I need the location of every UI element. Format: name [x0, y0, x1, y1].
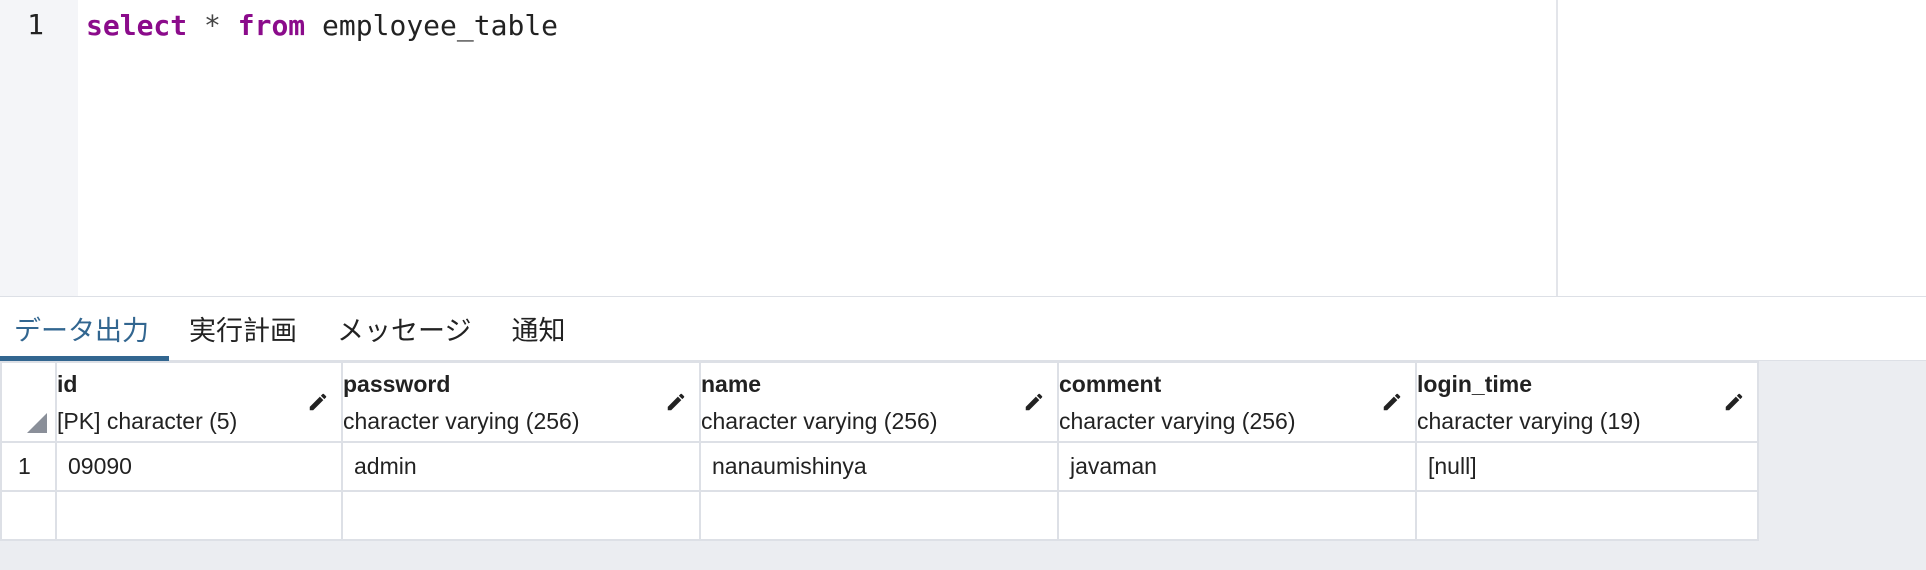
column-type: character varying (256) — [701, 408, 938, 434]
table-row[interactable]: 1 09090 admin nanaumishinya javaman [nul… — [0, 441, 1759, 492]
select-all-triangle-icon — [27, 413, 47, 433]
column-header-id[interactable]: id [PK] character (5) — [55, 361, 343, 443]
pencil-icon[interactable] — [665, 391, 687, 413]
column-header-comment[interactable]: comment character varying (256) — [1057, 361, 1417, 443]
pencil-icon[interactable] — [307, 391, 329, 413]
result-tabs: データ出力 実行計画 メッセージ 通知 — [0, 297, 1926, 361]
line-gutter: 1 — [0, 0, 78, 296]
code-line[interactable]: select * from employee_table — [86, 8, 558, 44]
column-type: [PK] character (5) — [57, 408, 238, 434]
cell-name[interactable]: nanaumishinya — [699, 441, 1059, 492]
column-type: character varying (256) — [343, 408, 580, 434]
column-header-name[interactable]: name character varying (256) — [699, 361, 1059, 443]
column-name: comment — [1059, 371, 1162, 397]
tab-data-output[interactable]: データ出力 — [0, 297, 169, 361]
cell-comment[interactable]: javaman — [1057, 441, 1417, 492]
cell-id[interactable] — [55, 490, 343, 541]
column-name: name — [701, 371, 762, 397]
column-name: login_time — [1417, 371, 1533, 397]
sql-editor[interactable]: 1 select * from employee_table — [0, 0, 1926, 297]
tab-messages[interactable]: メッセージ — [317, 297, 491, 360]
table-identifier: employee_table — [322, 9, 559, 42]
result-grid-area: id [PK] character (5) password character… — [0, 361, 1926, 570]
line-number: 1 — [27, 8, 44, 41]
column-type: character varying (19) — [1417, 408, 1641, 434]
column-header-password[interactable]: password character varying (256) — [341, 361, 701, 443]
cell-password[interactable]: admin — [341, 441, 701, 492]
cell-login-time[interactable] — [1415, 490, 1759, 541]
column-name: password — [343, 371, 451, 397]
pencil-icon[interactable] — [1381, 391, 1403, 413]
editor-side-pane — [1560, 0, 1926, 296]
cell-name[interactable] — [699, 490, 1059, 541]
cell-login-time[interactable]: [null] — [1415, 441, 1759, 492]
code-area[interactable]: select * from employee_table — [78, 0, 1558, 296]
keyword-select: select — [86, 9, 188, 42]
grid-header-row: id [PK] character (5) password character… — [0, 361, 1759, 443]
select-all-corner[interactable] — [0, 361, 57, 443]
pencil-icon[interactable] — [1723, 391, 1745, 413]
cell-password[interactable] — [341, 490, 701, 541]
result-grid: id [PK] character (5) password character… — [0, 361, 1759, 541]
column-header-login-time[interactable]: login_time character varying (19) — [1415, 361, 1759, 443]
keyword-from: from — [237, 9, 306, 42]
cell-id[interactable]: 09090 — [55, 441, 343, 492]
pencil-icon[interactable] — [1023, 391, 1045, 413]
operator-star: * — [204, 9, 221, 42]
tab-explain[interactable]: 実行計画 — [169, 297, 317, 360]
table-row-new[interactable] — [0, 490, 1759, 541]
row-number[interactable]: 1 — [0, 441, 57, 492]
row-number[interactable] — [0, 490, 57, 541]
tab-notifications[interactable]: 通知 — [491, 297, 585, 360]
column-name: id — [57, 371, 78, 397]
cell-comment[interactable] — [1057, 490, 1417, 541]
column-type: character varying (256) — [1059, 408, 1296, 434]
